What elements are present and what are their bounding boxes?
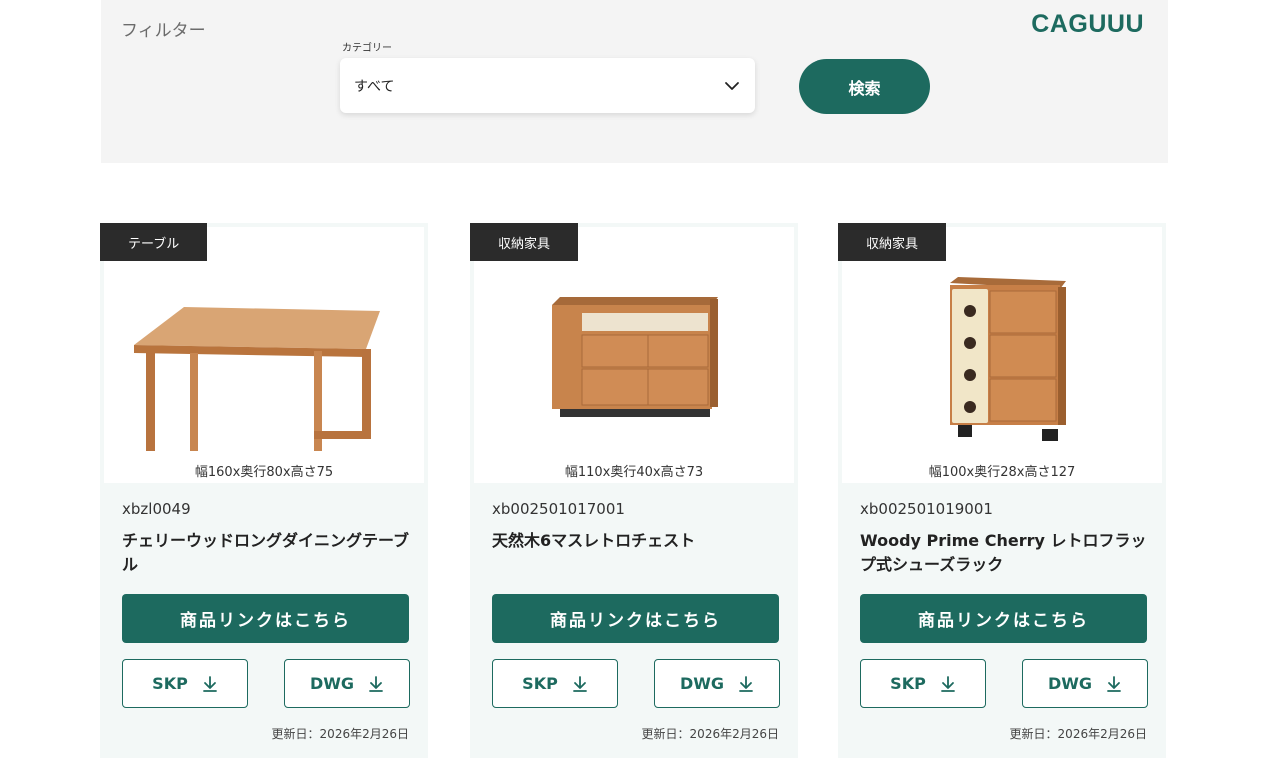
search-button[interactable]: 検索: [799, 59, 930, 114]
product-code: xbzl0049: [122, 500, 191, 518]
product-name: Woody Prime Cherry レトロフラップ式シューズラック: [860, 531, 1147, 574]
product-dimensions: 幅100x奥行28x高さ127: [928, 465, 1076, 480]
product-name: 天然木6マスレトロチェスト: [492, 531, 696, 550]
skp-download-button[interactable]: SKP: [492, 659, 618, 708]
product-image-box: 幅160x奥行80x高さ75: [104, 227, 424, 483]
product-link-button[interactable]: 商品リンクはこちら: [860, 594, 1147, 643]
dwg-label: DWG: [1047, 674, 1093, 693]
category-select-value: すべて: [354, 78, 395, 95]
download-icon: [572, 675, 587, 692]
skp-download-button[interactable]: SKP: [122, 659, 248, 708]
product-dimensions: 幅160x奥行80x高さ75: [194, 465, 334, 480]
skp-label: SKP: [522, 674, 558, 693]
updated-date: 更新日：2026年2月26日: [271, 727, 409, 741]
dwg-download-button[interactable]: DWG: [284, 659, 410, 708]
dwg-download-button[interactable]: DWG: [654, 659, 780, 708]
dwg-label: DWG: [309, 674, 355, 693]
product-code: xb002501019001: [860, 500, 993, 518]
chest-of-drawers-image[interactable]: [474, 261, 794, 451]
skp-label: SKP: [152, 674, 188, 693]
product-link-button[interactable]: 商品リンクはこちら: [492, 594, 779, 643]
dwg-label: DWG: [679, 674, 725, 693]
dwg-download-button[interactable]: DWG: [1022, 659, 1148, 708]
chevron-down-icon: [725, 81, 739, 90]
category-select[interactable]: すべて: [340, 58, 755, 113]
brand-logo[interactable]: CAGUUU: [1031, 10, 1144, 39]
download-icon: [940, 675, 955, 692]
category-badge: 収納家具: [470, 223, 579, 261]
filter-title: フィルター: [121, 21, 206, 41]
filter-panel: フィルター CAGUUU カテゴリー すべて 検索: [101, 0, 1168, 163]
product-card: テーブル 幅160x奥行80x高さ75 xbzl0049 チェリーウッドロングダ…: [100, 223, 428, 758]
download-icon: [739, 675, 753, 692]
category-label: カテゴリー: [342, 43, 392, 54]
product-code: xb002501017001: [492, 500, 625, 518]
skp-download-button[interactable]: SKP: [860, 659, 986, 708]
product-image-box: 幅110x奥行40x高さ73: [474, 227, 794, 483]
dining-table-image[interactable]: [104, 261, 424, 451]
product-card: 収納家具 幅100x奥行28x高さ127 xb002501019001 Wood…: [838, 223, 1166, 758]
product-image-box: 幅100x奥行28x高さ127: [842, 227, 1162, 483]
product-name: チェリーウッドロングダイニングテーブル: [122, 531, 410, 574]
category-badge: 収納家具: [838, 223, 947, 261]
updated-date: 更新日：2026年2月26日: [641, 727, 779, 741]
shoe-rack-image[interactable]: [842, 261, 1162, 451]
download-icon: [1107, 675, 1121, 692]
product-dimensions: 幅110x奥行40x高さ73: [564, 465, 704, 480]
updated-date: 更新日：2026年2月26日: [1009, 727, 1147, 741]
category-badge: テーブル: [100, 223, 208, 261]
product-link-button[interactable]: 商品リンクはこちら: [122, 594, 409, 643]
product-card: 収納家具 幅110x奥行40x高さ73 xb002501017001 天然木6マ…: [470, 223, 798, 758]
skp-label: SKP: [890, 674, 926, 693]
download-icon: [369, 675, 383, 692]
download-icon: [202, 675, 217, 692]
